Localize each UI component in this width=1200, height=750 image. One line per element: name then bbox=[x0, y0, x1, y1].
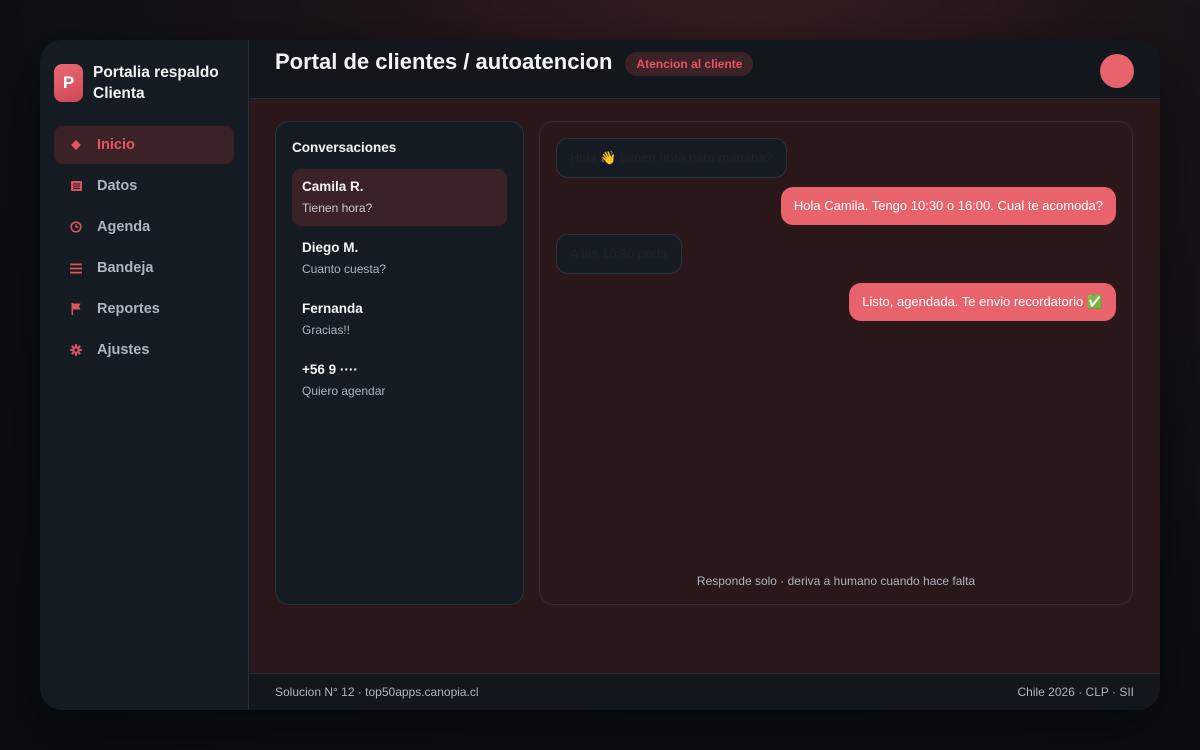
incoming-message: A las 10:30 porfa bbox=[556, 234, 682, 274]
clock-icon bbox=[70, 221, 82, 233]
sidebar-item-agenda[interactable]: Agenda bbox=[54, 208, 234, 246]
sidebar-item-ajustes[interactable]: Ajustes bbox=[54, 331, 234, 369]
list-icon bbox=[70, 262, 82, 274]
avatar[interactable] bbox=[1100, 54, 1134, 88]
conversation-item[interactable]: Fernanda Gracias!! bbox=[292, 291, 507, 348]
sidebar-item-reportes[interactable]: Reportes bbox=[54, 290, 234, 328]
sidebar-item-label: Bandeja bbox=[97, 260, 154, 276]
conversation-preview: Quiero agendar bbox=[302, 384, 386, 398]
conversation-item[interactable]: +56 9 ···· Quiero agendar bbox=[292, 352, 507, 409]
footer: Solucion N° 12 · top50apps.canopia.cl Ch… bbox=[249, 673, 1160, 710]
gear-icon bbox=[70, 344, 82, 356]
category-badge: Atencion al cliente bbox=[625, 52, 754, 76]
sidebar-item-bandeja[interactable]: Bandeja bbox=[54, 249, 234, 287]
content-area: Conversaciones Camila R. Tienen hora? Di… bbox=[249, 99, 1160, 673]
conversation-name: Diego M. bbox=[302, 240, 359, 255]
chat-panel: Hola 👋 tienen hora para manana? Hola Cam… bbox=[539, 121, 1133, 605]
brand-name: Portalia respaldo Clienta bbox=[93, 64, 219, 102]
conversation-name: +56 9 ···· bbox=[302, 362, 358, 377]
brand: P Portalia respaldo Clienta bbox=[54, 62, 234, 104]
outgoing-message: Listo, agendada. Te envio recordatorio ✅ bbox=[849, 283, 1116, 321]
sidebar-nav: Inicio Datos Agenda Bandeja Reportes Aju… bbox=[54, 126, 234, 372]
message-row: Listo, agendada. Te envio recordatorio ✅ bbox=[556, 283, 1116, 321]
footer-left-text: Solucion N° 12 · top50apps.canopia.cl bbox=[275, 685, 479, 699]
table-icon bbox=[70, 180, 82, 192]
diamond-icon bbox=[70, 139, 82, 151]
conversation-preview: Gracias!! bbox=[302, 323, 351, 337]
conversation-preview: Cuanto cuesta? bbox=[302, 262, 387, 276]
sidebar-item-label: Inicio bbox=[97, 137, 135, 153]
conversations-title: Conversaciones bbox=[292, 140, 397, 155]
sidebar-item-datos[interactable]: Datos bbox=[54, 167, 234, 205]
conversation-preview: Tienen hora? bbox=[302, 201, 373, 215]
chat-footer-note: Responde solo · deriva a humano cuando h… bbox=[696, 574, 976, 588]
top-bar: Portal de clientes / autoatencion Atenci… bbox=[249, 40, 1160, 99]
sidebar-item-label: Reportes bbox=[97, 301, 160, 317]
message-row: Hola 👋 tienen hora para manana? bbox=[556, 138, 1116, 178]
sidebar-item-label: Ajustes bbox=[97, 342, 150, 358]
message-row: Hola Camila. Tengo 10:30 o 16:00. Cual t… bbox=[556, 187, 1116, 225]
conversation-item[interactable]: Diego M. Cuanto cuesta? bbox=[292, 230, 507, 287]
conversation-item[interactable]: Camila R. Tienen hora? bbox=[292, 169, 507, 226]
incoming-message: Hola 👋 tienen hora para manana? bbox=[556, 138, 787, 178]
sidebar-item-inicio[interactable]: Inicio bbox=[54, 126, 234, 164]
sidebar: P Portalia respaldo Clienta Inicio Datos bbox=[40, 40, 249, 710]
outgoing-message: Hola Camila. Tengo 10:30 o 16:00. Cual t… bbox=[780, 187, 1116, 225]
page-title: Portal de clientes / autoatencion bbox=[275, 49, 613, 74]
conversation-name: Fernanda bbox=[302, 301, 363, 316]
main-area: Portal de clientes / autoatencion Atenci… bbox=[249, 40, 1160, 710]
conversation-name: Camila R. bbox=[302, 179, 364, 194]
footer-right-text: Chile 2026 · CLP · SII bbox=[1017, 685, 1134, 699]
message-row: A las 10:30 porfa bbox=[556, 234, 1116, 274]
sidebar-item-label: Datos bbox=[97, 178, 138, 194]
brand-logo: P bbox=[54, 64, 83, 102]
conversations-panel: Conversaciones Camila R. Tienen hora? Di… bbox=[275, 121, 524, 605]
sidebar-item-label: Agenda bbox=[97, 219, 151, 235]
app-window: P Portalia respaldo Clienta Inicio Datos bbox=[40, 40, 1160, 710]
flag-icon bbox=[70, 303, 82, 315]
